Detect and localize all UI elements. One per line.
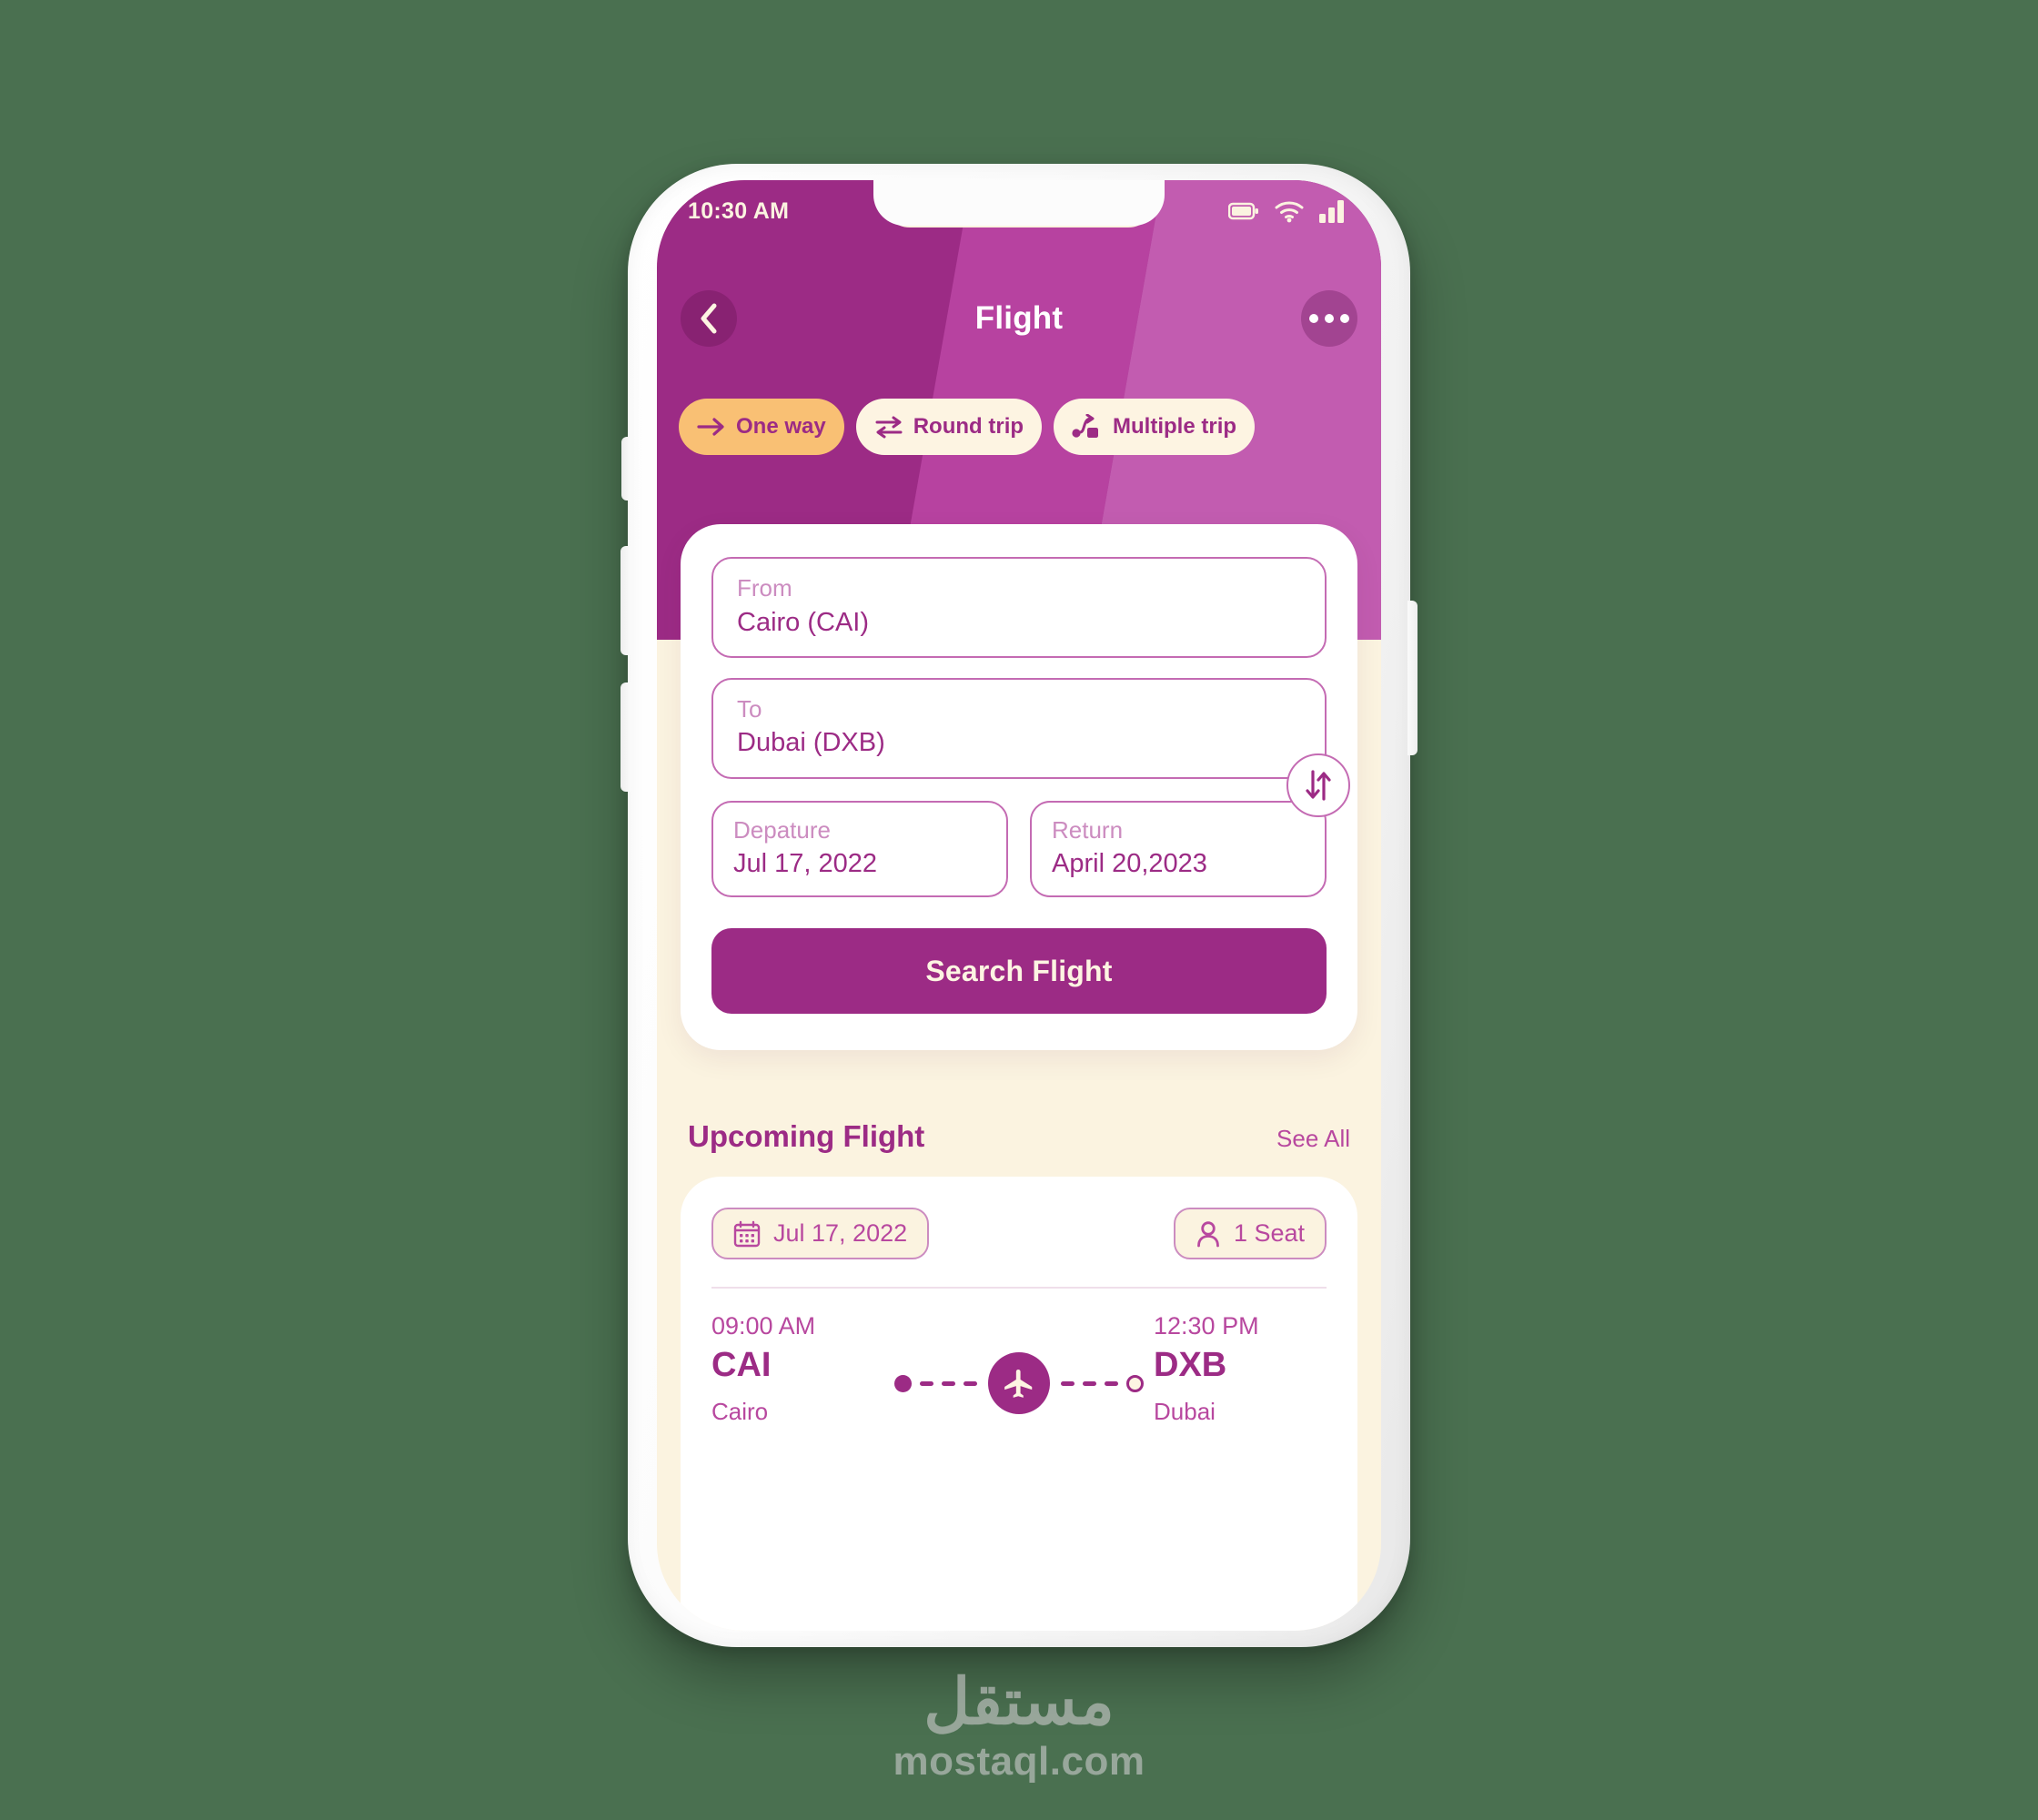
flight-date-chip[interactable]: Jul 17, 2022 — [711, 1208, 930, 1259]
flight-date-chip-label: Jul 17, 2022 — [773, 1219, 908, 1247]
multiple-trip-icon — [1072, 414, 1099, 438]
to-field[interactable]: To Dubai (DXB) — [711, 677, 1327, 779]
to-field-value: Dubai (DXB) — [737, 728, 885, 758]
tab-one-way-label: One way — [736, 414, 826, 439]
departure-date-field[interactable]: Depature Jul 17, 2022 — [711, 800, 1008, 898]
page-title: Flight — [974, 300, 1064, 336]
date-fields-row: Depature Jul 17, 2022 Return April 20,20… — [711, 800, 1327, 898]
watermark-arabic-logo: مستقل — [923, 1666, 1115, 1737]
destination-code: DXB — [1154, 1346, 1227, 1384]
tab-multiple-trip-label: Multiple trip — [1113, 414, 1237, 439]
flight-card-divider — [711, 1287, 1327, 1289]
phone-screen: 10:30 AM Flight One way Round trip Multi… — [657, 180, 1381, 1631]
return-date-label: Return — [1052, 815, 1124, 844]
see-all-link[interactable]: See All — [1276, 1125, 1350, 1153]
airplane-icon — [1004, 1369, 1033, 1398]
tab-round-trip[interactable]: Round trip — [855, 399, 1043, 455]
flight-seat-chip[interactable]: 1 Seat — [1173, 1208, 1327, 1259]
wifi-icon — [1275, 201, 1304, 223]
more-options-icon — [1309, 314, 1349, 323]
swap-vertical-icon — [1306, 769, 1331, 801]
search-flight-button[interactable]: Search Flight — [711, 928, 1327, 1015]
tab-round-trip-label: Round trip — [913, 414, 1024, 439]
arrow-right-icon — [697, 418, 724, 436]
upcoming-flight-card[interactable]: Jul 17, 2022 1 Seat 09:00 AM CAI Cairo 1… — [681, 1177, 1357, 1631]
route-dashes-left — [920, 1380, 977, 1386]
origin-block: 09:00 AM CAI Cairo — [711, 1312, 884, 1426]
round-trip-icon — [875, 416, 903, 439]
person-icon — [1197, 1220, 1219, 1247]
return-date-value: April 20,2023 — [1052, 849, 1207, 879]
flight-seat-chip-label: 1 Seat — [1233, 1219, 1305, 1247]
origin-code: CAI — [711, 1346, 772, 1384]
destination-city: Dubai — [1154, 1398, 1216, 1425]
from-field-value: Cairo (CAI) — [737, 607, 870, 637]
watermark-domain: mostaql.com — [893, 1739, 1145, 1784]
destination-block: 12:30 PM DXB Dubai — [1154, 1312, 1327, 1426]
route-origin-dot — [894, 1374, 912, 1392]
flight-meta-row: Jul 17, 2022 1 Seat — [711, 1208, 1327, 1259]
volume-up-button[interactable] — [620, 546, 631, 655]
route-destination-dot — [1126, 1374, 1144, 1392]
origin-time: 09:00 AM — [711, 1312, 816, 1340]
tab-multiple-trip[interactable]: Multiple trip — [1054, 399, 1256, 455]
power-button[interactable] — [1407, 601, 1418, 755]
battery-icon — [1228, 202, 1258, 220]
signal-icon — [1319, 200, 1344, 223]
to-field-label: To — [737, 694, 762, 723]
from-field-label: From — [737, 574, 792, 602]
upcoming-flight-header: Upcoming Flight See All — [657, 1119, 1381, 1154]
status-bar-icons — [1228, 199, 1347, 223]
navigation-bar: Flight — [657, 280, 1381, 357]
chevron-left-icon — [701, 303, 717, 334]
destination-time: 12:30 PM — [1154, 1312, 1259, 1340]
departure-date-value: Jul 17, 2022 — [733, 849, 878, 879]
return-date-field[interactable]: Return April 20,2023 — [1030, 800, 1327, 898]
swap-locations-button[interactable] — [1286, 753, 1350, 817]
silent-switch-button[interactable] — [621, 437, 631, 500]
back-button[interactable] — [681, 290, 737, 347]
from-field[interactable]: From Cairo (CAI) — [711, 557, 1327, 658]
departure-date-label: Depature — [733, 815, 831, 844]
trip-type-tabs: One way Round trip Multiple trip — [657, 399, 1381, 455]
watermark: مستقل mostaql.com — [0, 1670, 2038, 1785]
route-path-graphic — [884, 1312, 1154, 1414]
flight-route-row: 09:00 AM CAI Cairo 12:30 PM DXB Dubai — [711, 1312, 1327, 1426]
volume-down-button[interactable] — [620, 682, 631, 792]
phone-device-frame: 10:30 AM Flight One way Round trip Multi… — [620, 164, 1418, 1647]
flight-search-card: From Cairo (CAI) To Dubai (DXB) Depature… — [681, 524, 1357, 1051]
route-dashes-right — [1061, 1380, 1118, 1386]
tab-one-way[interactable]: One way — [679, 399, 844, 455]
status-bar-clock: 10:30 AM — [688, 197, 790, 224]
calendar-icon — [733, 1220, 761, 1247]
status-bar: 10:30 AM — [657, 180, 1381, 235]
screenshot-stage: 10:30 AM Flight One way Round trip Multi… — [0, 0, 2038, 1820]
upcoming-flight-title: Upcoming Flight — [688, 1119, 925, 1153]
more-options-button[interactable] — [1301, 290, 1357, 347]
route-plane-badge — [988, 1352, 1050, 1414]
origin-destination-group: From Cairo (CAI) To Dubai (DXB) — [711, 557, 1350, 817]
origin-city: Cairo — [711, 1398, 769, 1425]
